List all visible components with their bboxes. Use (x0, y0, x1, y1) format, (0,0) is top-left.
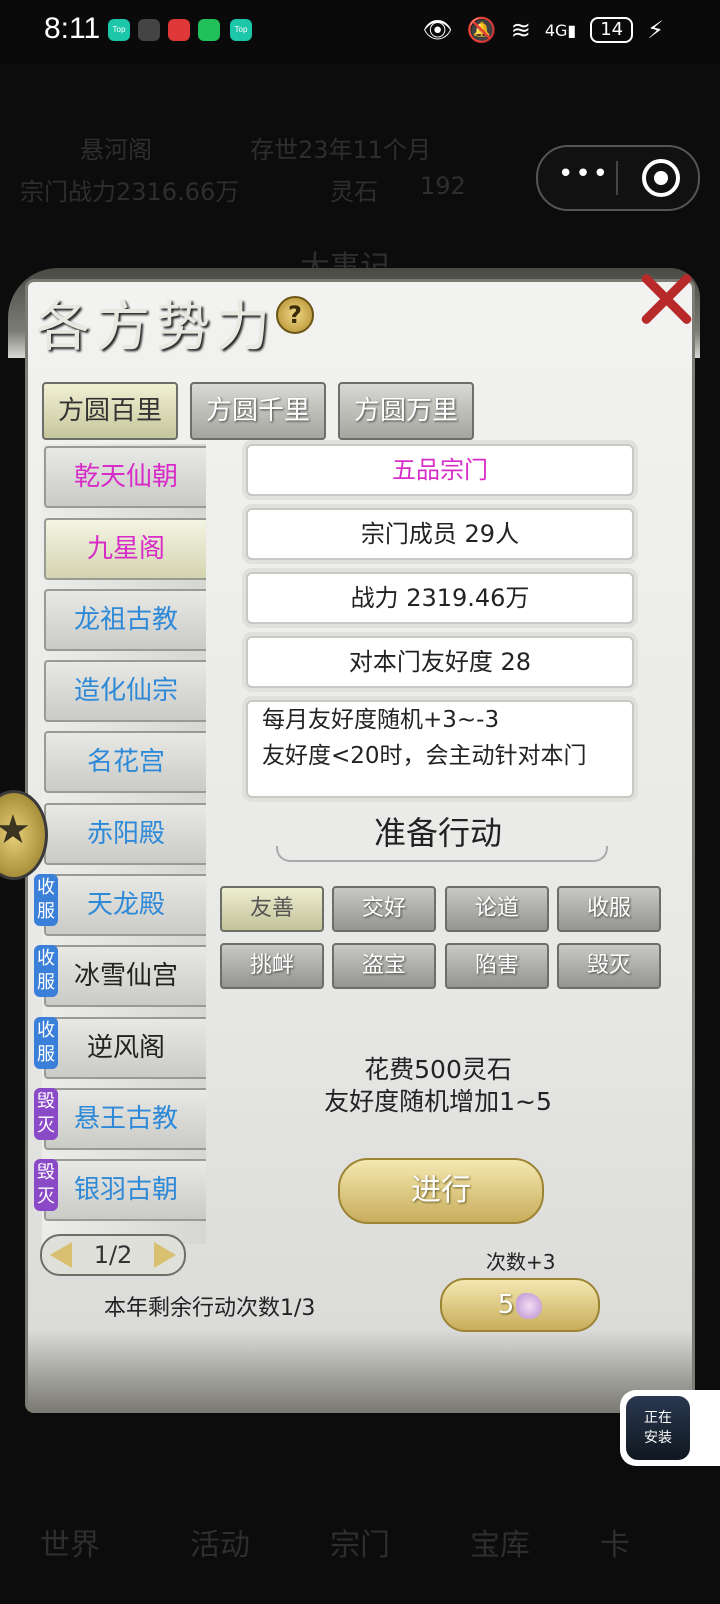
tab-thousand-li[interactable]: 方圆千里 (190, 382, 326, 440)
desc-line-2: 友好度<20时，会主动针对本门 (262, 743, 587, 769)
destroyed-badge: 毁灭 (34, 1088, 58, 1140)
gem-icon (516, 1292, 543, 1319)
status-bar: 8:11 Top Top 👁 🔕 ≋ 4G▮ 14 ⚡ (0, 0, 720, 64)
proceed-button[interactable]: 进行 (338, 1158, 544, 1224)
sect-friendship: 对本门友好度 28 (246, 636, 634, 688)
battery-icon: 14 (590, 17, 634, 43)
subdued-badge: 收服 (34, 945, 58, 997)
sect-item-xuanwang[interactable]: 悬王古教 (44, 1088, 206, 1150)
tab-ten-thousand-li[interactable]: 方圆万里 (338, 382, 474, 440)
destroyed-badge: 毁灭 (34, 1159, 58, 1211)
app-icon-red (168, 19, 190, 41)
status-time: 8:11 (44, 12, 101, 45)
sect-item-bingxue[interactable]: 冰雪仙宫 (44, 945, 206, 1007)
sect-item-zaohua[interactable]: 造化仙宗 (44, 660, 206, 722)
page-indicator: 1/2 (93, 1241, 133, 1269)
bg-spirit-stone: 灵石 (330, 178, 378, 206)
friendship-description: 每月友好度随机+3~-3 友好度<20时，会主动针对本门 (246, 700, 634, 798)
subdued-badge: 收服 (34, 874, 58, 926)
sect-item-tianlong[interactable]: 天龙殿 (44, 874, 206, 936)
wifi-icon: ≋ (510, 16, 531, 44)
sect-item-nifeng[interactable]: 逆风阁 (44, 1017, 206, 1079)
bg-nav-treasury[interactable]: 宝库 (470, 1520, 530, 1564)
desc-line-1: 每月友好度随机+3~-3 (262, 707, 500, 733)
panel-title: 各方势力 (36, 295, 276, 358)
status-icons: 👁 🔕 ≋ 4G▮ 14 ⚡ (422, 16, 664, 44)
bg-sect-name: 悬河阁 (80, 136, 152, 164)
sect-item-chiyang[interactable]: 赤阳殿 (44, 803, 206, 865)
wechat-icon (198, 19, 220, 41)
action-debate[interactable]: 论道 (445, 886, 549, 932)
mute-icon: 🔕 (466, 16, 497, 44)
sect-power: 战力 2319.46万 (246, 572, 634, 624)
action-steal[interactable]: 盗宝 (332, 943, 436, 989)
sect-rank: 五品宗门 (246, 444, 634, 496)
sect-item-minghua[interactable]: 名花宫 (44, 731, 206, 793)
help-icon[interactable]: ? (276, 296, 314, 334)
ad-app-icon: 正在 安装 (626, 1396, 690, 1460)
signal-icon: 4G▮ (544, 20, 577, 40)
action-friendly[interactable]: 友善 (220, 886, 324, 932)
app-icon-game (138, 19, 160, 41)
bg-nav-world[interactable]: 世界 (40, 1520, 100, 1564)
action-frame[interactable]: 陷害 (445, 943, 549, 989)
cost-line-1: 花费500灵石 (364, 1055, 512, 1084)
tab-nearby[interactable]: 方圆百里 (42, 382, 178, 440)
action-destroy[interactable]: 毁灭 (557, 943, 661, 989)
more-menu-icon[interactable]: ••• (558, 159, 610, 189)
bg-spirit-stone-value: 192 (420, 172, 466, 200)
buy-count-button[interactable]: 5 (440, 1278, 600, 1332)
cost-line-2: 友好度随机增加1~5 (324, 1087, 552, 1116)
bg-nav-card[interactable]: 卡 (600, 1520, 630, 1564)
action-befriend[interactable]: 交好 (332, 886, 436, 932)
eye-icon: 👁 (422, 16, 453, 44)
extra-count-label: 次数+3 (486, 1250, 556, 1274)
app-icon-top: Top (108, 19, 130, 41)
remaining-actions: 本年剩余行动次数1/3 (104, 1296, 316, 1321)
charging-icon: ⚡ (647, 16, 664, 44)
close-miniprogram-icon[interactable] (642, 159, 680, 197)
miniprogram-capsule: ••• (536, 145, 700, 211)
close-icon[interactable] (634, 270, 694, 330)
ad-line-2: 安装 (644, 1430, 672, 1446)
app-icon-top-2: Top (230, 19, 252, 41)
ad-line-1: 正在 (644, 1410, 672, 1426)
sect-item-qiantian[interactable]: 乾天仙朝 (44, 446, 206, 508)
prev-page-icon[interactable] (50, 1242, 72, 1268)
bg-nav-sect[interactable]: 宗门 (330, 1520, 390, 1564)
sect-item-yinyu[interactable]: 银羽古朝 (44, 1159, 206, 1221)
bg-age: 存世23年11个月 (250, 136, 432, 164)
subdued-badge: 收服 (34, 1017, 58, 1069)
bg-nav-activity[interactable]: 活动 (190, 1520, 250, 1564)
next-page-icon[interactable] (154, 1242, 176, 1268)
sect-item-jiuxing[interactable]: 九星阁 (44, 518, 206, 580)
install-ad[interactable]: 正在 安装 (620, 1390, 720, 1466)
panel-bottom-decor (28, 1330, 692, 1410)
section-title-decor (276, 846, 608, 862)
action-subdue[interactable]: 收服 (557, 886, 661, 932)
sect-members: 宗门成员 29人 (246, 508, 634, 560)
bg-power: 宗门战力2316.66万 (20, 178, 240, 206)
sect-item-longzu[interactable]: 龙祖古教 (44, 589, 206, 651)
capsule-divider (616, 161, 618, 195)
action-provoke[interactable]: 挑衅 (220, 943, 324, 989)
buy-count-cost: 5 (497, 1290, 515, 1320)
pager: 1/2 (40, 1234, 186, 1276)
